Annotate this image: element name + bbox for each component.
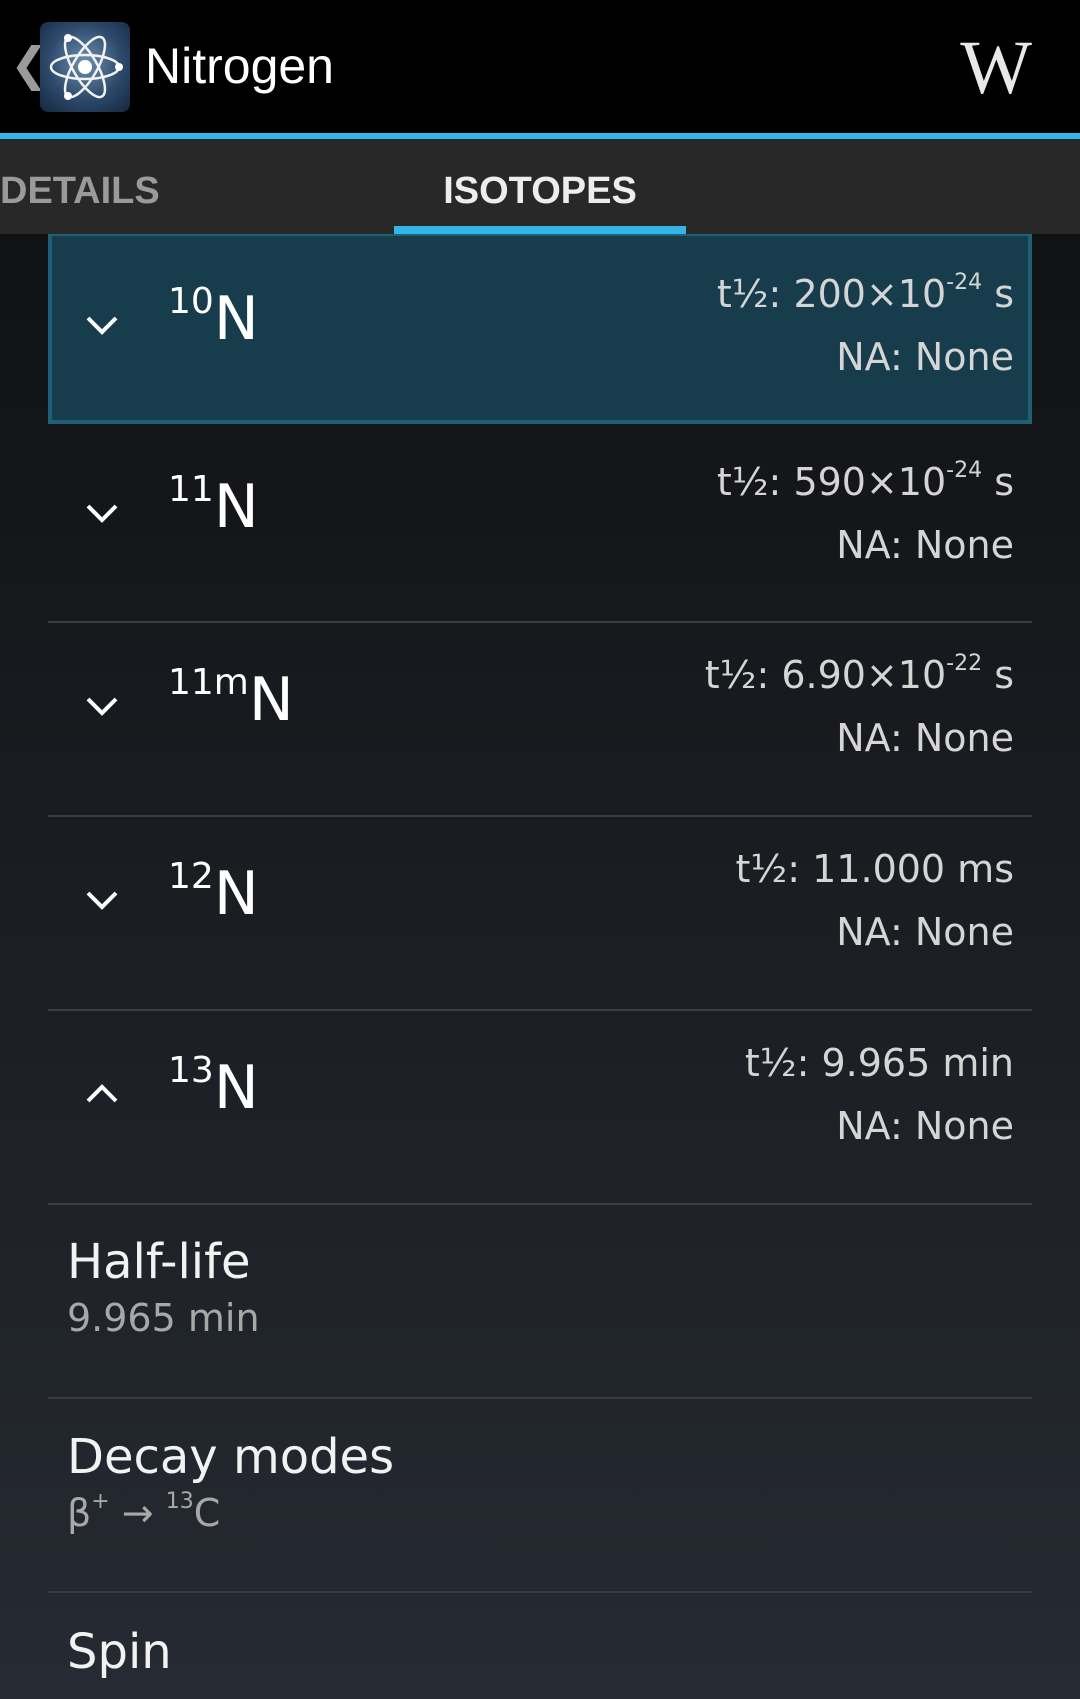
halflife-value: 9.965 min (67, 1296, 260, 1340)
chevron-down-icon[interactable] (82, 492, 122, 532)
tab-details[interactable]: DETAILS (0, 139, 160, 234)
halflife-section: Half-life 9.965 min (67, 1234, 260, 1340)
tab-indicator (394, 226, 686, 234)
isotope-label: 13N (168, 1050, 259, 1123)
action-bar: ❮ Nitrogen W (0, 0, 1080, 133)
isotope-label: 10N (168, 281, 259, 354)
isotope-row-12n[interactable]: 12N t½: 11.000 ms NA: None (48, 817, 1032, 1009)
isotope-label: 11N (168, 469, 259, 542)
row-divider (48, 1203, 1032, 1205)
decay-title: Decay modes (67, 1429, 395, 1485)
halflife-title: Half-life (67, 1234, 251, 1290)
isotope-row-13n[interactable]: 13N t½: 9.965 min NA: None (48, 1011, 1032, 1203)
decay-section: Decay modes β+ → 13C (67, 1429, 394, 1535)
spin-title: Spin (67, 1624, 172, 1680)
isotope-label: 11mN (168, 662, 294, 735)
isotope-row-11n[interactable]: 11N t½: 590×10-24 s NA: None (48, 424, 1032, 616)
decay-value: β+ → 13C (67, 1489, 221, 1535)
isotope-row-11mn[interactable]: 11mN t½: 6.90×10-22 s NA: None (48, 623, 1032, 815)
chevron-down-icon[interactable] (82, 685, 122, 725)
isotope-info: t½: 9.965 min NA: None (744, 1041, 1014, 1148)
isotope-row-10n[interactable]: 10N t½: 200×10-24 s NA: None (48, 234, 1032, 424)
atom-icon[interactable] (40, 22, 130, 112)
isotope-info: t½: 6.90×10-22 s NA: None (704, 651, 1014, 760)
isotope-label: 12N (168, 856, 259, 929)
chevron-up-icon[interactable] (82, 1073, 122, 1113)
wikipedia-icon[interactable]: W (960, 28, 1032, 108)
isotope-info: t½: 11.000 ms NA: None (735, 847, 1014, 954)
tab-bar: DETAILS ISOTOPES (0, 139, 1080, 234)
chevron-down-icon[interactable] (82, 304, 122, 344)
isotope-info: t½: 200×10-24 s NA: None (716, 270, 1014, 379)
isotope-list[interactable]: 10N t½: 200×10-24 s NA: None 11N t½: 590… (0, 234, 1080, 1699)
row-divider (48, 1591, 1032, 1593)
spin-section: Spin (67, 1624, 172, 1680)
isotope-info: t½: 590×10-24 s NA: None (716, 458, 1014, 567)
row-divider (48, 1397, 1032, 1399)
page-title: Nitrogen (145, 38, 334, 94)
tab-isotopes[interactable]: ISOTOPES (394, 139, 686, 234)
chevron-down-icon[interactable] (82, 879, 122, 919)
